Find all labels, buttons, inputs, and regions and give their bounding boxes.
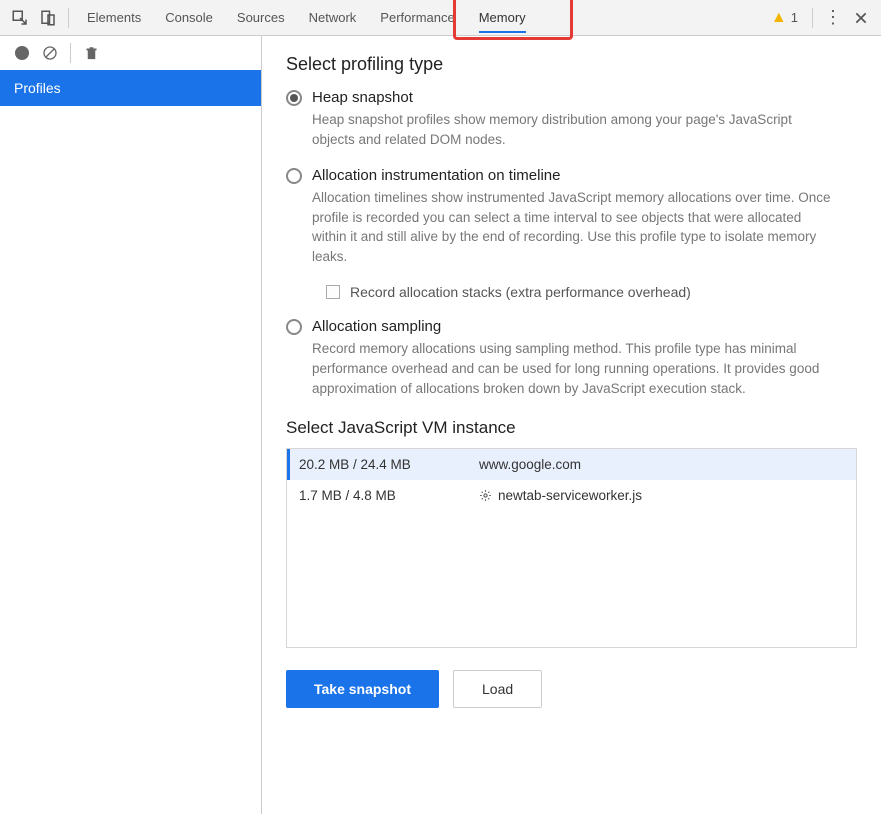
left-sidebar: Profiles: [0, 36, 262, 814]
tab-network[interactable]: Network: [297, 0, 369, 35]
vm-size: 1.7 MB / 4.8 MB: [299, 488, 479, 503]
radio-label: Heap snapshot: [312, 89, 413, 106]
separator: [68, 8, 69, 28]
devtools-tabbar: Elements Console Sources Network Perform…: [0, 0, 881, 36]
allocation-sampling-desc: Record memory allocations using sampling…: [312, 339, 832, 398]
main-panel: Select profiling type Heap snapshot Heap…: [262, 36, 881, 814]
sidebar-item-profiles[interactable]: Profiles: [0, 70, 261, 106]
profile-toolbar: [0, 36, 261, 70]
device-toolbar-icon[interactable]: [36, 6, 60, 30]
separator: [70, 43, 71, 63]
vm-row[interactable]: 1.7 MB / 4.8 MB newtab-serviceworker.js: [287, 480, 856, 511]
take-snapshot-button[interactable]: Take snapshot: [286, 670, 439, 708]
profiling-type-title: Select profiling type: [286, 54, 857, 75]
radio-heap-snapshot[interactable]: Heap snapshot: [286, 89, 857, 106]
tab-sources[interactable]: Sources: [225, 0, 297, 35]
warning-count[interactable]: 1: [791, 10, 798, 25]
radio-label: Allocation instrumentation on timeline: [312, 167, 560, 184]
vm-instance-table: 20.2 MB / 24.4 MB www.google.com 1.7 MB …: [286, 448, 857, 648]
vm-size: 20.2 MB / 24.4 MB: [299, 457, 479, 472]
radio-label: Allocation sampling: [312, 318, 441, 335]
tab-performance[interactable]: Performance: [368, 0, 466, 35]
checkbox-record-stacks[interactable]: Record allocation stacks (extra performa…: [326, 284, 857, 300]
radio-icon: [286, 90, 302, 106]
inspect-element-icon[interactable]: [8, 6, 32, 30]
vm-name: newtab-serviceworker.js: [479, 488, 642, 503]
clear-icon[interactable]: [38, 41, 62, 65]
tab-elements[interactable]: Elements: [75, 0, 153, 35]
delete-icon[interactable]: [79, 41, 103, 65]
heap-snapshot-desc: Heap snapshot profiles show memory distr…: [312, 110, 832, 149]
radio-icon: [286, 168, 302, 184]
tab-memory[interactable]: Memory: [467, 0, 538, 35]
radio-allocation-sampling[interactable]: Allocation sampling: [286, 318, 857, 335]
vm-row[interactable]: 20.2 MB / 24.4 MB www.google.com: [287, 449, 856, 480]
gear-icon: [479, 489, 492, 502]
vm-section-title: Select JavaScript VM instance: [286, 418, 857, 438]
checkbox-icon: [326, 285, 340, 299]
record-icon[interactable]: [10, 41, 34, 65]
allocation-timeline-desc: Allocation timelines show instrumented J…: [312, 188, 832, 266]
radio-allocation-timeline[interactable]: Allocation instrumentation on timeline: [286, 167, 857, 184]
tab-console[interactable]: Console: [153, 0, 225, 35]
load-button[interactable]: Load: [453, 670, 542, 708]
vm-name: www.google.com: [479, 457, 581, 472]
radio-icon: [286, 319, 302, 335]
close-icon[interactable]: [849, 6, 873, 30]
separator: [812, 8, 813, 28]
kebab-menu-icon[interactable]: ⋮: [821, 6, 845, 30]
checkbox-label: Record allocation stacks (extra performa…: [350, 284, 691, 300]
warning-icon[interactable]: ▲: [771, 9, 787, 27]
